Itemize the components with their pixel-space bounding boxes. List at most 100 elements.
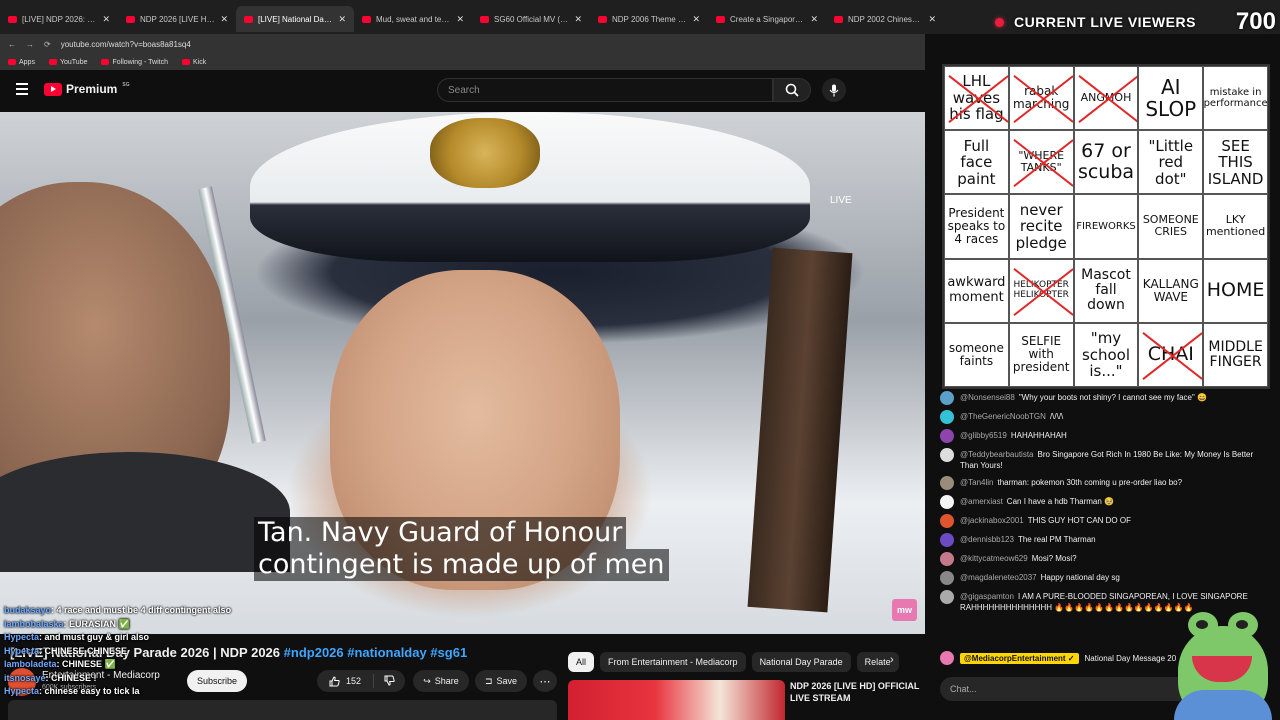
close-tab-icon[interactable]: ✕ (456, 14, 464, 25)
video-hashtags[interactable]: #ndp2026 #nationalday #sg61 (284, 645, 468, 660)
overlay-chat-line: lambobalaska: EURASIAN ✅ (4, 618, 304, 632)
overlay-stream-chat: budaksayo: 4 race and must be 4 diff con… (4, 604, 304, 699)
browser-tab[interactable]: SG60 Official MV (Koala Keys) - ✕ (472, 6, 590, 32)
tab-title: NDP 2006 Theme Song - My Is (612, 14, 688, 24)
youtube-logo[interactable]: Premium SG (44, 82, 130, 96)
close-tab-icon[interactable]: ✕ (810, 14, 818, 25)
close-tab-icon[interactable]: ✕ (338, 14, 346, 25)
chat-message-body: @Teddybearbautista Bro Singapore Got Rich… (960, 449, 1270, 471)
chat-avatar (940, 552, 954, 566)
bingo-cell: MIDDLE FINGER (1203, 322, 1268, 387)
browser-tab[interactable]: [LIVE] NDP 2026: Singapore cel ✕ (0, 6, 118, 32)
chat-message[interactable]: @Nonsensei88 "Why your boots not shiny? I… (940, 391, 1270, 405)
overlay-chat-text: EURASIAN ✅ (69, 618, 130, 629)
bookmark-item[interactable]: Apps (8, 59, 35, 66)
close-tab-icon[interactable]: ✕ (928, 14, 936, 25)
share-label: Share (434, 676, 459, 686)
chat-message-body: @gigaspamton I AM A PURE-BLOODED SINGAPOR… (960, 591, 1270, 613)
forward-icon[interactable]: → (26, 40, 34, 49)
filter-chip[interactable]: All (568, 652, 595, 672)
video-player[interactable]: LIVE Tan. Navy Guard of Honour contingen… (0, 112, 925, 634)
overlay-chat-line: Hypecta: chinese easy to tick la (4, 685, 304, 699)
search-input[interactable]: Search (437, 78, 773, 102)
voice-search-button[interactable] (822, 78, 846, 102)
chat-message[interactable]: @magdaleneteo2037 Happy national day sg (940, 571, 1270, 585)
search-button[interactable] (773, 78, 811, 102)
browser-tab[interactable]: [LIVE] National Day Parade ✕ (236, 6, 354, 32)
bookmark-item[interactable]: YouTube (48, 59, 87, 66)
chat-message[interactable]: @Tan4lin tharman: pokemon 30th coming u p… (940, 476, 1270, 490)
save-button[interactable]: ⊐ Save (475, 670, 527, 692)
more-actions-button[interactable]: ⋯ (533, 670, 557, 692)
youtube-favicon-icon (126, 15, 135, 23)
close-tab-icon[interactable]: ✕ (220, 14, 228, 25)
overlay-chat-line: Hypecta: CHINESE CHINESE (4, 645, 304, 659)
back-icon[interactable]: ← (8, 40, 16, 49)
chat-message[interactable]: @TheGenericNoobTGN/\/\/\ (940, 410, 1270, 424)
pinned-text: National Day Message 20 (1084, 653, 1177, 663)
reload-icon[interactable]: ⟳ (44, 40, 51, 49)
chat-message[interactable]: @jackinabox2001 THIS GUY HOT CAN DO OF (940, 514, 1270, 528)
chat-username: @Nonsensei88 (960, 393, 1015, 402)
youtube-play-icon (44, 82, 62, 96)
chat-text: Can I have a hdb Tharman 🥹 (1006, 497, 1115, 506)
share-button[interactable]: ↪ Share (413, 670, 469, 692)
bookmark-item[interactable]: Following - Twitch (101, 59, 168, 66)
browser-tab[interactable]: NDP 2026 [LIVE HD] OFFICIAL L ✕ (118, 6, 236, 32)
like-button[interactable]: 152 (317, 674, 375, 688)
chat-avatar (940, 533, 954, 547)
chips-next-icon[interactable]: › (890, 654, 894, 666)
chat-username: @Teddybearbautista (960, 450, 1034, 459)
recommendation-title[interactable]: NDP 2026 [LIVE HD] OFFICIAL LIVE STREAM (790, 680, 920, 704)
browser-tab[interactable]: NDP 2002 Chinese Theme Son ✕ (826, 6, 944, 32)
description-box[interactable] (8, 700, 557, 720)
chat-message[interactable]: @Teddybearbautista Bro Singapore Got Rich… (940, 448, 1270, 471)
overlay-chat-user: lambobalaska (4, 618, 64, 629)
bingo-cell: SOMEONE CRIES (1138, 194, 1204, 259)
chat-message-body: @glibby6519 HAHAHHAHAH (960, 430, 1067, 443)
bookmark-label: Kick (193, 58, 207, 66)
chat-message[interactable]: @glibby6519 HAHAHHAHAH (940, 429, 1270, 443)
chat-username: @Tan4lin (960, 478, 994, 487)
chat-avatar (940, 410, 954, 424)
bingo-cell: SEE THIS ISLAND (1203, 130, 1268, 195)
url-text[interactable]: youtube.com/watch?v=boas8a81sq4 (61, 40, 191, 49)
bookmark-label: Apps (19, 58, 35, 66)
thumbs-down-icon (384, 675, 395, 686)
chat-message[interactable]: @amerxiast Can I have a hdb Tharman 🥹 (940, 495, 1270, 509)
browser-tab[interactable]: Mud, sweat and tears: Reality o ✕ (354, 6, 472, 32)
viewers-label: CURRENT LIVE VIEWERS (1014, 14, 1196, 30)
chat-message-body: @magdaleneteo2037 Happy national day sg (960, 572, 1120, 585)
bookmark-item[interactable]: Kick (182, 59, 206, 66)
hamburger-menu-icon[interactable] (16, 83, 28, 95)
chat-avatar (940, 429, 954, 443)
overlay-chat-user: budaksayo (4, 605, 52, 615)
bingo-cell: rabak marching (1008, 66, 1074, 131)
search-icon (785, 83, 799, 97)
chat-text: tharman: pokemon 30th coming u pre-order… (997, 478, 1183, 487)
chat-input[interactable]: Chat... (940, 677, 1190, 701)
close-tab-icon[interactable]: ✕ (574, 14, 582, 25)
chat-text: "Why your boots not shiny? I cannot see … (1018, 393, 1207, 402)
browser-tab[interactable]: Create a Singapore NDP Song ✕ (708, 6, 826, 32)
overlay-chat-user: Hypecta (4, 632, 40, 642)
recommendation-thumbnail[interactable] (568, 680, 785, 720)
dislike-button[interactable] (374, 675, 405, 688)
chat-message[interactable]: @gigaspamton I AM A PURE-BLOODED SINGAPOR… (940, 590, 1270, 613)
close-tab-icon[interactable]: ✕ (102, 14, 110, 25)
chat-message[interactable]: @dennisbb123 The real PM Tharman (940, 533, 1270, 547)
tab-title: NDP 2002 Chinese Theme Son (848, 14, 924, 24)
close-tab-icon[interactable]: ✕ (692, 14, 700, 25)
overlay-chat-text: CHINESE ! (51, 672, 97, 683)
filter-chip[interactable]: National Day Parade (751, 652, 851, 672)
chat-message[interactable]: @kittycatmeow629 Mosi? Mosi? (940, 552, 1270, 566)
bingo-cell: SELFIE with president (1008, 322, 1074, 387)
browser-tab[interactable]: NDP 2006 Theme Song - My Is ✕ (590, 6, 708, 32)
filter-chip[interactable]: From Entertainment - Mediacorp (600, 652, 746, 672)
youtube-favicon-icon (834, 15, 843, 23)
chat-avatar (940, 476, 954, 490)
logo-region: SG (122, 82, 130, 88)
address-bar[interactable]: ← → ⟳ youtube.com/watch?v=boas8a81sq4 (0, 34, 940, 54)
viewers-count: 700 (1235, 8, 1276, 35)
overlay-chat-line: Hypecta: and must guy & girl also (4, 631, 304, 645)
